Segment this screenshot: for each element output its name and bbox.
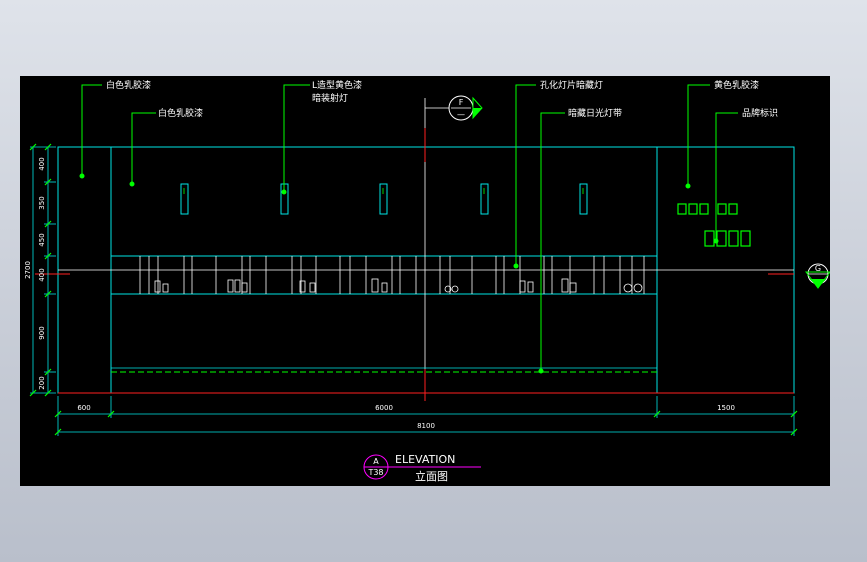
dim-right-width: 1500 [717,404,735,412]
label-hidden-strip: 暗藏日光灯带 [568,107,622,119]
section-marker-right: G [805,263,831,289]
label-white-latex-1: 白色乳胶漆 [106,79,151,91]
vdim-450: 450 [38,233,46,246]
section-marker-top-dash: — [457,110,465,119]
label-white-latex-2: 白色乳胶漆 [158,107,203,119]
vdim-400-mid: 400 [38,268,46,281]
dim-middle-width: 6000 [375,404,393,412]
label-brand-logo: 品牌标识 [742,107,778,119]
title-elevation: ELEVATION [395,453,455,466]
label-yellow-latex: 黄色乳胶漆 [714,79,759,91]
dim-left-width: 600 [77,404,90,412]
dim-total-width: 8100 [417,422,435,430]
title-elevation-cn: 立面图 [415,469,448,483]
title-ref-letter: A [373,457,379,466]
vdim-350: 350 [38,196,46,209]
spotlight-fixtures [180,183,588,215]
label-hidden-spotlight: 暗装射灯 [312,92,348,104]
section-marker-top: F — [425,95,483,121]
shelf-dividers [139,256,645,294]
cad-drawing-canvas: 白色乳胶漆 白色乳胶漆 L造型黄色漆 暗装射灯 孔化灯片暗藏灯 暗藏日光灯带 黄… [20,76,831,486]
label-l-yellow-paint: L造型黄色漆 [312,79,362,91]
vdim-900: 900 [38,326,46,339]
spotlight-bulbs [183,188,584,194]
vdim-200: 200 [38,376,46,389]
elevation-drawing: 白色乳胶漆 白色乳胶漆 L造型黄色漆 暗装射灯 孔化灯片暗藏灯 暗藏日光灯带 黄… [24,79,831,483]
vdim-total: 2700 [24,261,32,279]
horizontal-dimensions [57,396,795,436]
title-ref-sheet: T38 [367,468,383,477]
label-hole-light: 孔化灯片暗藏灯 [540,79,603,91]
section-marker-right-letter: G [815,264,821,273]
drawing-title-block: A T38 ELEVATION 立面图 [363,453,481,483]
section-marker-top-letter: F [459,98,464,107]
leader-lines [79,84,738,374]
shelf-bottles [154,278,643,293]
vdim-400-top: 400 [38,157,46,170]
